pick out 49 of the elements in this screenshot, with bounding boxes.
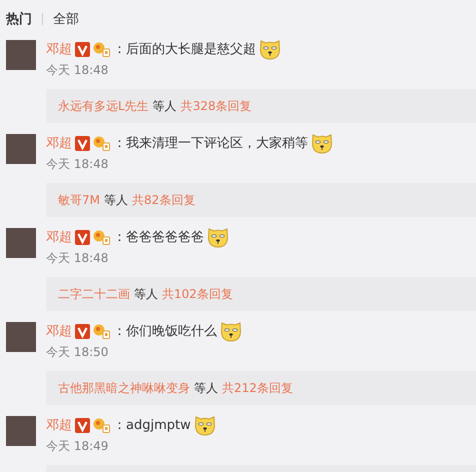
reply-user-link[interactable]: 古他那黑暗之神咻咻变身: [58, 380, 190, 396]
avatar-photo-placeholder[interactable]: [6, 322, 36, 352]
medal-icon: [93, 41, 110, 57]
comment-text: ：后面的大长腿是慈父超: [113, 41, 256, 58]
comment-time: 今天 18:50: [46, 344, 110, 361]
comment-time: 今天 18:48: [46, 156, 110, 173]
verified-badge-icon: [75, 418, 90, 432]
author-name[interactable]: 邓超: [46, 40, 72, 58]
reply-others-text: 等人: [194, 380, 218, 396]
tab[interactable]: 热门: [6, 10, 32, 28]
dog-face-emoji-icon: [259, 38, 281, 60]
comment-text: ：爸爸爸爸爸爸: [113, 229, 204, 246]
reply-user-link[interactable]: 二字二十二画: [58, 286, 130, 302]
reply-others-text: 等人: [134, 286, 158, 302]
reply-user-link[interactable]: 永远有多远L先生: [58, 98, 149, 114]
author-name[interactable]: 邓超: [46, 134, 72, 152]
comment-text: ：adgjmptw: [113, 417, 191, 434]
tab[interactable]: 全部: [53, 10, 79, 28]
dog-face-emoji-icon: [194, 414, 216, 436]
medal-icon: [93, 229, 110, 245]
avatar-photo-placeholder[interactable]: [6, 416, 36, 446]
medal-icon: [93, 323, 110, 339]
reply-count-link[interactable]: 共82条回复: [132, 192, 196, 208]
author-name[interactable]: 邓超: [46, 228, 72, 246]
reply-others-text: 等人: [104, 192, 128, 208]
comment-time: 今天 18:48: [46, 250, 110, 267]
author-name[interactable]: 邓超: [46, 322, 72, 340]
medal-icon: [93, 417, 110, 433]
avatar-photo-placeholder[interactable]: [6, 228, 36, 258]
verified-badge-icon: [75, 136, 90, 150]
verified-badge-icon: [75, 324, 90, 338]
author-name[interactable]: 邓超: [46, 416, 72, 434]
dog-face-emoji-icon: [220, 320, 242, 342]
verified-badge-icon: [75, 42, 90, 56]
verified-badge-icon: [75, 230, 90, 244]
reply-count-link[interactable]: 共328条回复: [180, 98, 252, 114]
dog-face-emoji-icon: [311, 132, 333, 154]
comment-time: 今天 18:48: [46, 62, 110, 79]
reply-others-text: 等人: [152, 98, 177, 114]
comment-text: ：你们晚饭吃什么: [113, 323, 217, 340]
avatar-photo-placeholder[interactable]: [6, 134, 36, 164]
reply-count-link[interactable]: 共212条回复: [222, 380, 293, 396]
medal-icon: [93, 135, 110, 151]
reply-user-link[interactable]: 敏哥7M: [58, 192, 100, 208]
dog-face-emoji-icon: [207, 226, 229, 248]
comment-text: ：我来清理一下评论区，大家稍等: [113, 135, 308, 152]
avatar-photo-placeholder[interactable]: [6, 40, 36, 70]
comment-time: 今天 18:49: [46, 438, 110, 455]
reply-count-link[interactable]: 共102条回复: [162, 286, 233, 302]
